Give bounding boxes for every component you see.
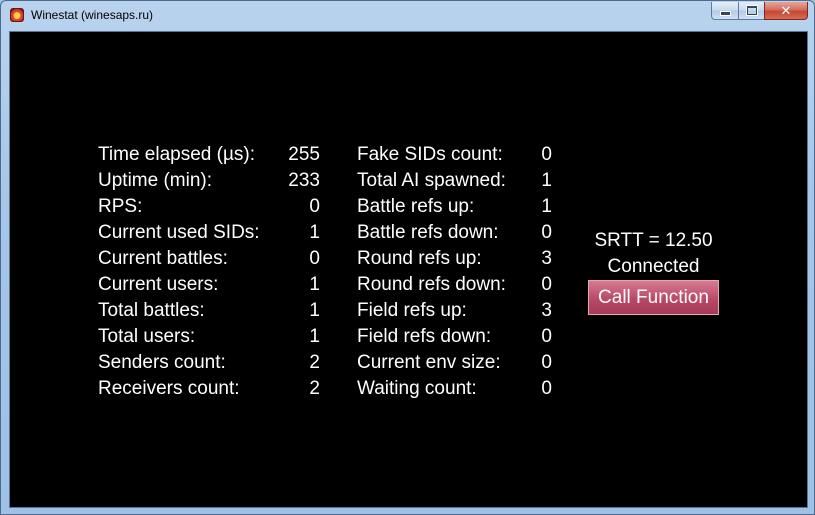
title-bar[interactable]: Winestat (winesaps.ru) ✕ — [1, 1, 814, 30]
stat-value: 233 — [288, 170, 320, 191]
stat-row: Waiting count: 0 — [357, 376, 552, 402]
stat-value: 0 — [541, 222, 552, 243]
stat-label: Current used SIDs: — [98, 222, 260, 243]
stat-value: 2 — [309, 378, 320, 399]
stat-value: 2 — [309, 352, 320, 373]
stat-value: 1 — [541, 170, 552, 191]
stat-label: Field refs up: — [357, 300, 467, 321]
stat-label: Battle refs down: — [357, 222, 499, 243]
stat-value: 255 — [288, 144, 320, 165]
srtt-label: SRTT = 12.50 — [594, 230, 713, 251]
stat-value: 1 — [309, 326, 320, 347]
stat-value: 0 — [541, 144, 552, 165]
stat-value: 3 — [541, 300, 552, 321]
stat-row: Receivers count: 2 — [98, 376, 320, 402]
stat-row: Current battles: 0 — [98, 246, 320, 272]
stat-row: Fake SIDs count: 0 — [357, 142, 552, 168]
call-function-button[interactable]: Call Function — [588, 280, 719, 315]
stat-label: Current users: — [98, 274, 219, 295]
stat-value: 1 — [541, 196, 552, 217]
client-area: Time elapsed (µs): 255 Uptime (min): 233 RPS… — [9, 31, 808, 508]
minimize-icon — [719, 11, 731, 16]
stat-row: Total users: 1 — [98, 324, 320, 350]
stat-label: Round refs down: — [357, 274, 506, 295]
stat-row: RPS: 0 — [98, 194, 320, 220]
stat-value: 0 — [541, 352, 552, 373]
stat-label: Uptime (min): — [98, 170, 213, 191]
app-icon[interactable] — [10, 8, 24, 22]
stat-value: 1 — [309, 222, 320, 243]
stat-label: Round refs up: — [357, 248, 482, 269]
stat-row: Current users: 1 — [98, 272, 320, 298]
window-title: Winestat (winesaps.ru) — [31, 8, 154, 22]
close-icon: ✕ — [780, 2, 792, 18]
stat-label: Total users: — [98, 326, 196, 347]
stat-row: Senders count: 2 — [98, 350, 320, 376]
stat-label: Current battles: — [98, 248, 228, 269]
stat-row: Time elapsed (µs): 255 — [98, 142, 320, 168]
stat-label: Field refs down: — [357, 326, 492, 347]
stat-value: 0 — [309, 196, 320, 217]
stat-label: Total battles: — [98, 300, 205, 321]
stat-value: 0 — [541, 274, 552, 295]
stat-value: 0 — [541, 326, 552, 347]
stat-row: Battle refs up: 1 — [357, 194, 552, 220]
stat-value: 0 — [309, 248, 320, 269]
stat-label: RPS: — [98, 196, 143, 217]
stat-row: Uptime (min): 233 — [98, 168, 320, 194]
stat-value: 1 — [309, 274, 320, 295]
maximize-icon — [745, 5, 758, 16]
connection-status: SRTT = 12.50 Connected — [582, 228, 725, 280]
stats-left-column: Time elapsed (µs): 255 Uptime (min): 233 RPS… — [98, 142, 320, 402]
stat-label: Total AI spawned: — [357, 170, 506, 191]
maximize-button[interactable] — [738, 2, 764, 20]
stat-value: 3 — [541, 248, 552, 269]
caption-buttons: ✕ — [711, 2, 808, 21]
stat-row: Field refs down: 0 — [357, 324, 552, 350]
connection-state: Connected — [607, 256, 700, 277]
close-button[interactable]: ✕ — [764, 2, 808, 20]
stat-row: Total AI spawned: 1 — [357, 168, 552, 194]
stat-label: Current env size: — [357, 352, 501, 373]
stat-label: Waiting count: — [357, 378, 477, 399]
stats-right-column: Fake SIDs count: 0 Total AI spawned: 1 Battl… — [357, 142, 552, 402]
stat-row: Field refs up: 3 — [357, 298, 552, 324]
stat-label: Receivers count: — [98, 378, 240, 399]
stat-label: Battle refs up: — [357, 196, 475, 217]
stat-row: Round refs down: 0 — [357, 272, 552, 298]
stat-row: Current used SIDs: 1 — [98, 220, 320, 246]
stat-row: Battle refs down: 0 — [357, 220, 552, 246]
stat-row: Total battles: 1 — [98, 298, 320, 324]
stat-label: Senders count: — [98, 352, 226, 373]
stat-label: Time elapsed (µs): — [98, 144, 256, 165]
stat-value: 0 — [541, 378, 552, 399]
app-window: Winestat (winesaps.ru) ✕ Time elapsed (µ… — [0, 0, 815, 515]
stat-row: Current env size: 0 — [357, 350, 552, 376]
stat-value: 1 — [309, 300, 320, 321]
minimize-button[interactable] — [711, 2, 738, 20]
stat-label: Fake SIDs count: — [357, 144, 503, 165]
stat-row: Round refs up: 3 — [357, 246, 552, 272]
